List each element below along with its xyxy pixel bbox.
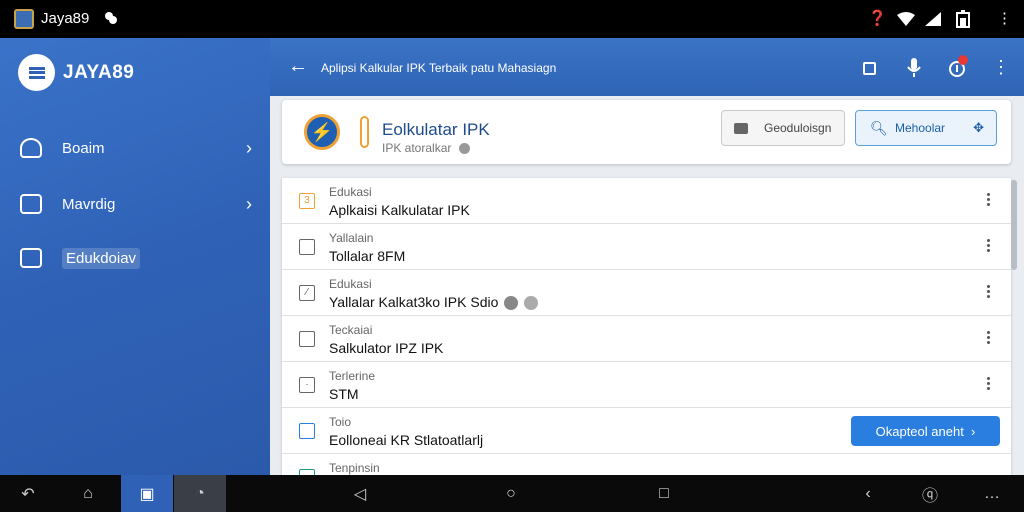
list-item-category: Teckaiai [329, 323, 373, 337]
card-subtitle: IPK atoralkar [382, 141, 470, 155]
more-vert-icon[interactable] [987, 283, 991, 300]
recents-icon[interactable]: ▣ [121, 475, 173, 512]
list-item-category: Edukasi [329, 277, 372, 291]
chevron-left-icon[interactable]: ‹ [842, 475, 894, 512]
list-item-title: Yallalar Kalkat3ko IPK Sdio [329, 294, 539, 311]
card-title: Eolkulatar IPK [382, 120, 490, 139]
menu-icon[interactable] [18, 54, 55, 91]
more-vert-icon[interactable] [987, 329, 991, 346]
signal-icon [925, 12, 941, 26]
list-item-title: Tollalar 8FM [329, 248, 406, 264]
puzzle-icon: ✥ [973, 120, 984, 135]
app-bar: ← Aplipsi Kalkular IPK Terbaik patu Maha… [270, 38, 1024, 96]
checkbox-icon[interactable] [299, 239, 315, 255]
list-item-title: Salkulator IPZ IPK [329, 340, 444, 356]
list-item-title: Eolloneai KR Stlatoatlarlj [329, 432, 484, 448]
arrow-back-icon[interactable]: ← [288, 55, 308, 78]
wifi-icon [897, 12, 915, 26]
sidebar-item-boaim[interactable]: Boaim › [20, 134, 260, 162]
list-item-category: Toio [329, 415, 352, 429]
badge-icon [20, 138, 42, 158]
chevron-right-icon: › [246, 194, 252, 214]
image-icon [734, 123, 748, 134]
list-item[interactable]: ⁄ Edukasi Yallalar Kalkat3ko IPK Sdio [282, 270, 1011, 316]
list-item-title: STM [329, 386, 359, 402]
edit-icon[interactable]: ⁄ [299, 285, 315, 301]
list-item-category: Edukasi [329, 185, 372, 199]
notification-badge [958, 55, 968, 65]
more-vert-icon[interactable] [987, 191, 991, 208]
calculator-logo-icon: ⚡ [304, 114, 340, 150]
navigation-bar: ↶ ⌂ ▣ ◔ ◁ ○ □ ‹ ⓠ … [0, 475, 1024, 512]
sidebar-item-label: Mavrdig [62, 195, 116, 213]
list-item-category: Tenpinsin [329, 461, 380, 475]
header-card: ⚡ Eolkulatar IPK IPK atoralkar Geodulois… [282, 100, 1011, 164]
status-bar: Jaya89 ❓ ⋮ [0, 0, 1024, 38]
more-horiz-icon[interactable]: … [966, 475, 1018, 512]
secondary-button[interactable]: Geoduloisgn [721, 110, 845, 146]
circle-home-icon[interactable]: ○ [485, 475, 537, 512]
sidebar-item-mavrdig[interactable]: Mavrdig › [20, 190, 260, 218]
chevron-right-icon: › [246, 138, 252, 158]
divider [360, 116, 369, 148]
square-icon[interactable] [863, 62, 876, 75]
notification-icon [105, 12, 117, 24]
number-icon: 3 [299, 193, 315, 209]
sidebar: JAYA89 Boaim › Mavrdig › Edukdoiav [0, 38, 270, 475]
list-item[interactable]: Toio Eolloneai KR Stlatoatlarlj Okapteol… [282, 408, 1011, 454]
checkbox-icon[interactable] [299, 331, 315, 347]
page-title: Aplipsi Kalkular IPK Terbaik patu Mahasi… [321, 61, 557, 75]
button-label: Okapteol aneht [875, 423, 964, 439]
back-icon[interactable]: ↶ [2, 475, 54, 512]
home-icon[interactable]: ⌂ [62, 475, 114, 512]
mic-icon[interactable] [907, 58, 921, 78]
main-content: ⚡ Eolkulatar IPK IPK atoralkar Geodulois… [270, 96, 1024, 475]
sidebar-item-label: Edukdoiav [62, 247, 141, 269]
more-vert-icon[interactable] [987, 375, 991, 392]
more-vert-icon[interactable]: ⋮ [997, 10, 1012, 28]
tag-icon [504, 296, 519, 311]
battery-icon [956, 10, 970, 28]
folder-icon [20, 248, 42, 268]
dot-icon[interactable]: · [299, 377, 315, 393]
brand[interactable]: JAYA89 [18, 54, 134, 91]
triangle-back-icon[interactable]: ◁ [334, 475, 386, 512]
search-icon: 🔍︎ [870, 120, 888, 136]
button-label: Mehoolar [895, 121, 946, 135]
brand-name: JAYA89 [63, 61, 135, 83]
list-item[interactable]: Tenpinsin [282, 454, 1011, 475]
list-item[interactable]: Teckaiai Salkulator IPZ IPK [282, 316, 1011, 362]
list: 3 Edukasi Aplkaisi Kalkulatar IPK Yallal… [282, 178, 1011, 475]
calendar-icon [20, 194, 42, 214]
list-item-category: Terlerine [329, 369, 376, 383]
button-label: Geoduloisgn [764, 121, 832, 135]
sidebar-item-edukdoiav[interactable]: Edukdoiav [20, 244, 260, 272]
list-item[interactable]: Yallalain Tollalar 8FM [282, 224, 1011, 270]
list-item-category: Yallalain [329, 231, 374, 245]
checkbox-icon[interactable] [299, 423, 315, 439]
settings-icon [458, 143, 470, 155]
app-icon [14, 9, 34, 29]
status-app-name: Jaya89 [41, 10, 90, 27]
help-circle-icon: ❓ [868, 10, 887, 27]
list-item-title: Aplkaisi Kalkulatar IPK [329, 202, 470, 218]
chat-icon[interactable]: ⓠ [904, 475, 956, 512]
list-item[interactable]: · Terlerine STM [282, 362, 1011, 408]
sidebar-item-label: Boaim [62, 139, 105, 157]
gallery-icon[interactable]: ◔ [174, 475, 226, 512]
more-vert-icon[interactable] [987, 237, 991, 254]
action-button[interactable]: Okapteol aneht › [851, 416, 1000, 446]
tag-icon [524, 296, 539, 311]
search-button[interactable]: 🔍︎ Mehoolar ✥ [855, 110, 997, 146]
list-item[interactable]: 3 Edukasi Aplkaisi Kalkulatar IPK [282, 178, 1011, 224]
square-recents-icon[interactable]: □ [638, 475, 690, 512]
more-vert-icon[interactable]: ⋮ [992, 57, 1010, 78]
scrollbar[interactable] [1011, 180, 1017, 270]
